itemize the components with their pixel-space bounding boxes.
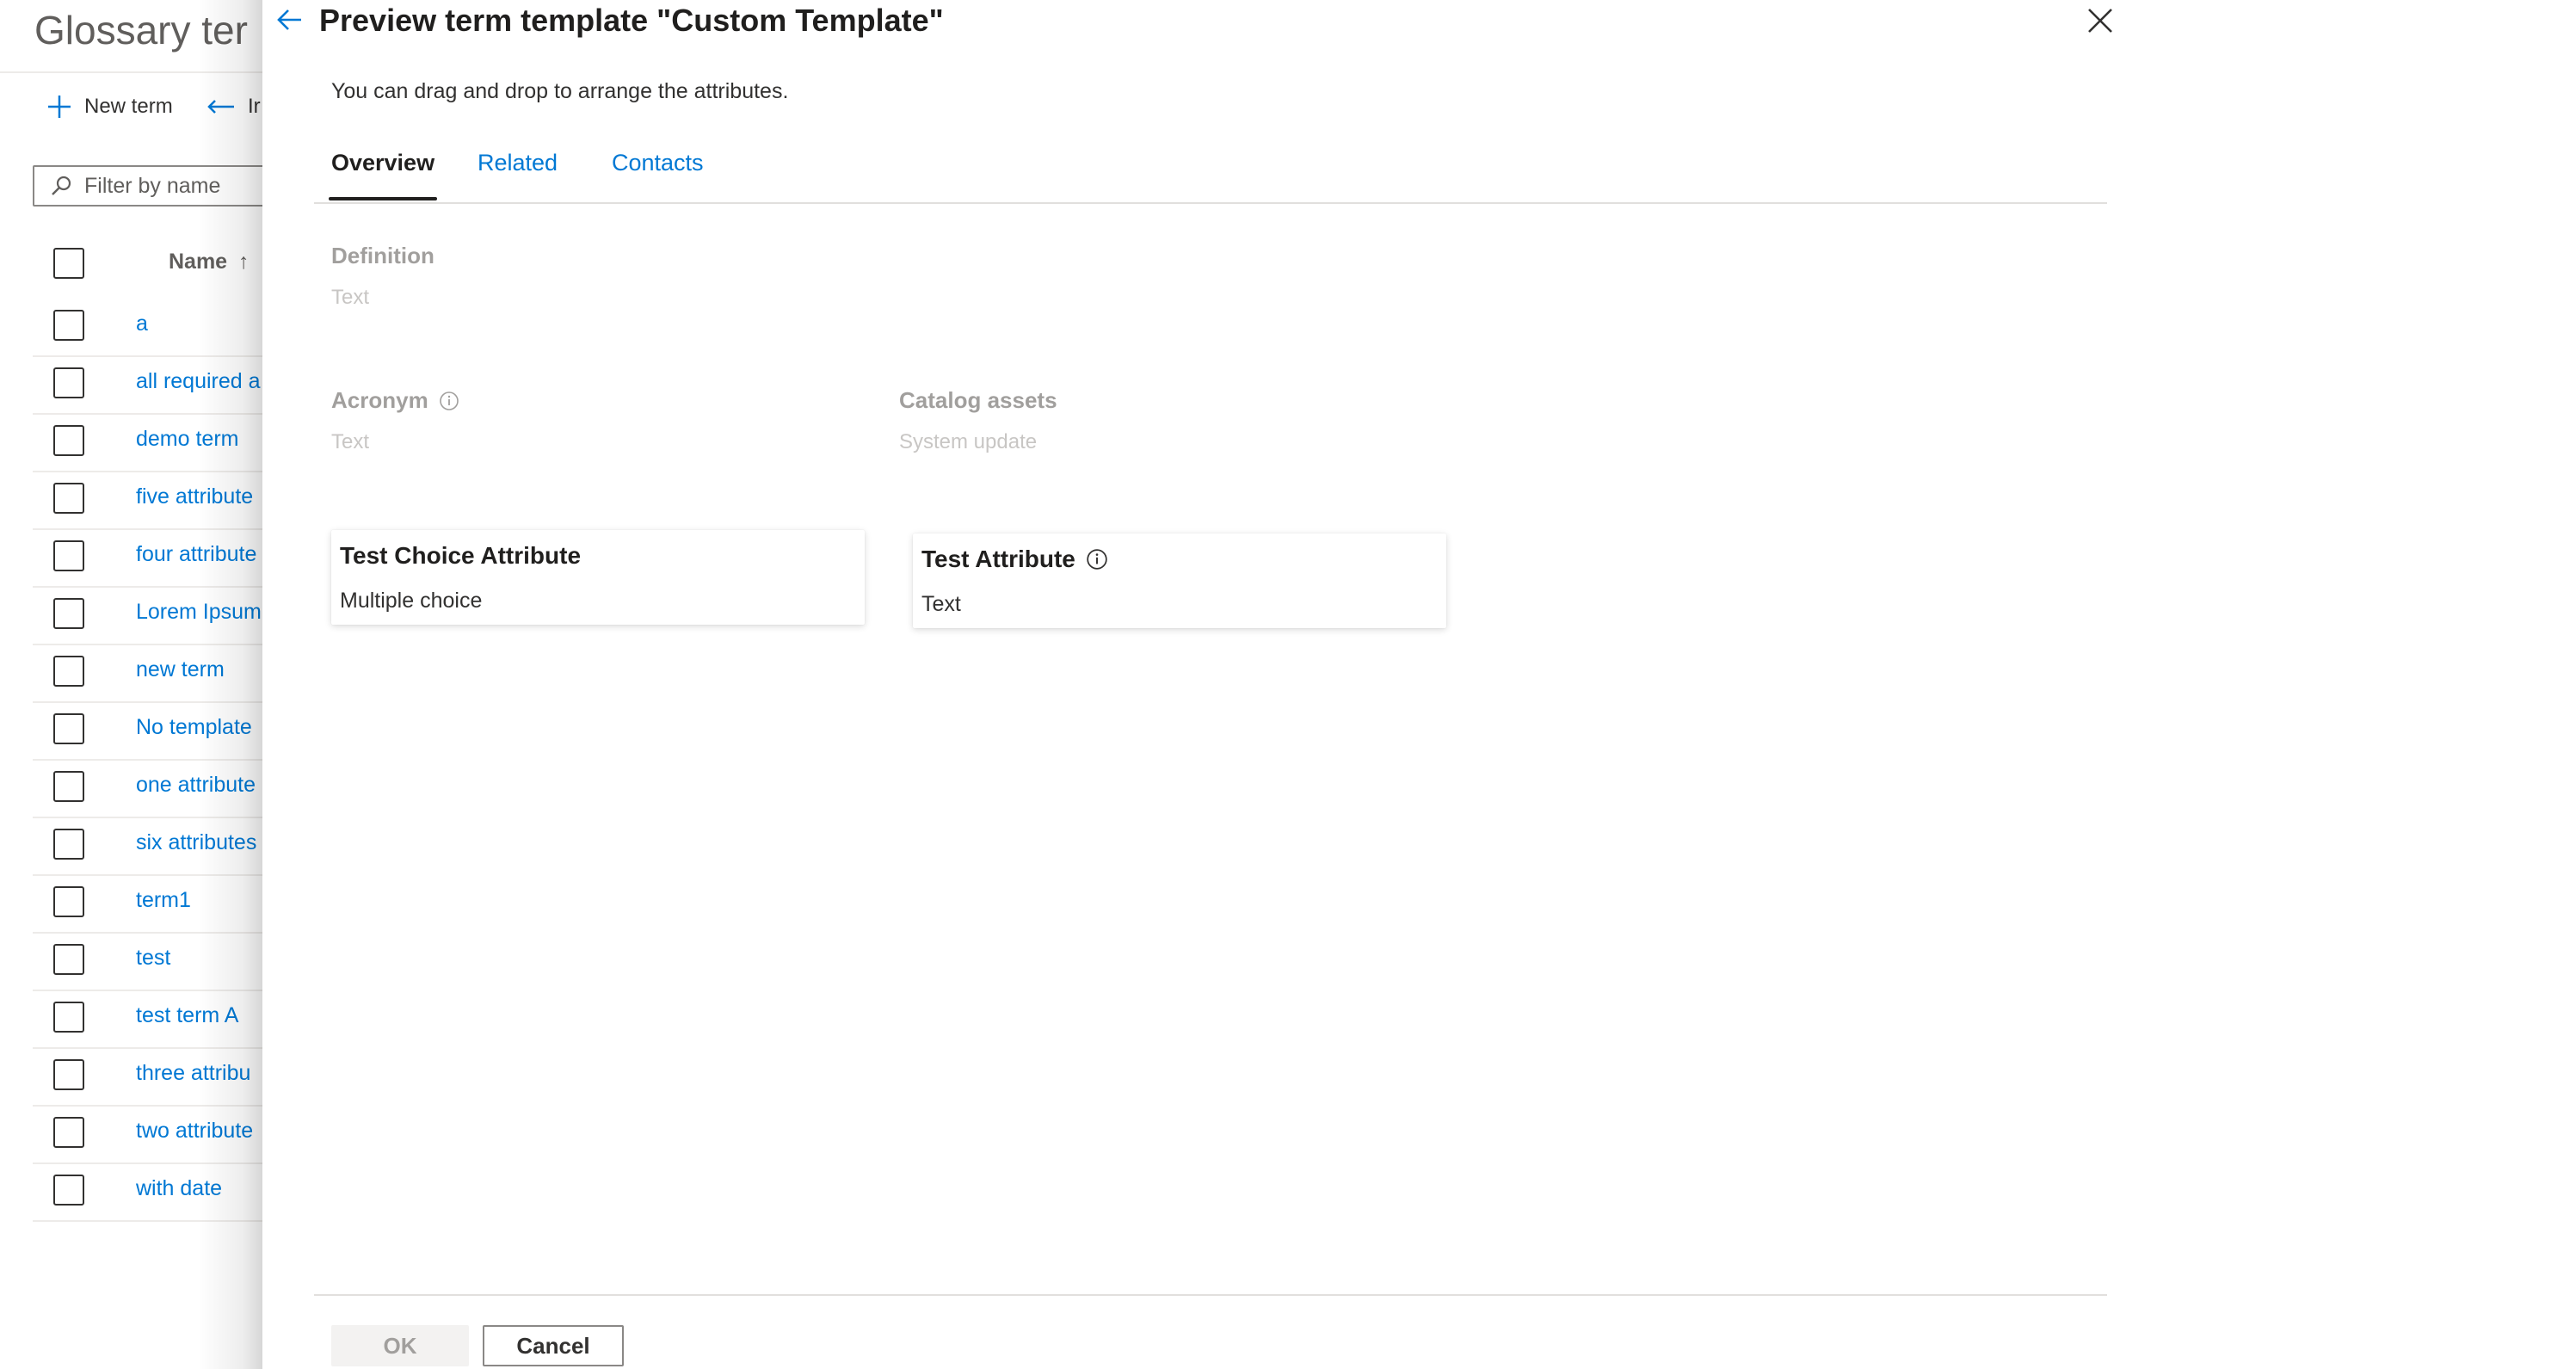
term-link[interactable]: term1 <box>136 888 191 913</box>
row-checkbox[interactable] <box>53 656 84 687</box>
row-checkbox[interactable] <box>53 1059 84 1090</box>
row-checkbox[interactable] <box>53 1002 84 1033</box>
preview-term-template-panel: Preview term template "Custom Template" … <box>262 0 2576 1369</box>
active-tab-indicator <box>329 197 437 200</box>
panel-instructions: You can drag and drop to arrange the att… <box>331 79 789 103</box>
row-checkbox[interactable] <box>53 598 84 629</box>
acronym-type: Text <box>331 430 370 453</box>
row-checkbox[interactable] <box>53 829 84 860</box>
row-checkbox[interactable] <box>53 944 84 975</box>
row-checkbox[interactable] <box>53 1117 84 1148</box>
panel-title: Preview term template "Custom Template" <box>319 3 944 38</box>
cancel-button[interactable]: Cancel <box>483 1325 624 1366</box>
new-term-button[interactable]: New term <box>46 89 173 124</box>
attribute-card-test-attribute[interactable]: Test Attribute Text <box>913 533 1446 628</box>
row-checkbox[interactable] <box>53 367 84 398</box>
catalog-assets-label: Catalog assets <box>899 387 1057 414</box>
row-checkbox[interactable] <box>53 1175 84 1206</box>
footer-divider <box>314 1294 2107 1296</box>
attribute-card-title-text: Test Attribute <box>921 546 1075 572</box>
row-checkbox[interactable] <box>53 886 84 917</box>
info-icon[interactable] <box>439 391 459 411</box>
catalog-assets-label-text: Catalog assets <box>899 387 1057 413</box>
template-tabs: Overview Related Contacts <box>314 138 2107 204</box>
attribute-card-title: Test Attribute <box>921 546 1108 573</box>
attribute-card-type: Text <box>921 592 961 616</box>
definition-label: Definition <box>331 243 434 269</box>
ok-button[interactable]: OK <box>331 1325 469 1366</box>
term-link[interactable]: a <box>136 311 148 336</box>
acronym-label: Acronym <box>331 387 459 414</box>
tab-overview[interactable]: Overview <box>331 150 434 176</box>
term-link[interactable]: test <box>136 946 170 971</box>
tab-related[interactable]: Related <box>478 150 558 176</box>
plus-icon <box>48 96 71 118</box>
row-checkbox[interactable] <box>53 425 84 456</box>
attribute-card-test-choice[interactable]: Test Choice Attribute Multiple choice <box>331 530 865 625</box>
search-icon <box>52 176 71 195</box>
attribute-card-title-text: Test Choice Attribute <box>340 542 582 569</box>
row-checkbox[interactable] <box>53 771 84 802</box>
definition-label-text: Definition <box>331 243 434 268</box>
info-icon[interactable] <box>1086 548 1108 570</box>
attribute-card-type: Multiple choice <box>340 589 483 613</box>
definition-type: Text <box>331 286 370 309</box>
back-arrow-icon[interactable] <box>274 6 304 35</box>
select-all-checkbox[interactable] <box>53 248 84 279</box>
new-term-label: New term <box>84 95 173 118</box>
tab-contacts[interactable]: Contacts <box>612 150 704 176</box>
close-icon <box>2088 9 2112 33</box>
panel-header: Preview term template "Custom Template" <box>274 0 944 41</box>
row-checkbox[interactable] <box>53 310 84 341</box>
attribute-card-title: Test Choice Attribute <box>340 542 581 570</box>
close-button[interactable] <box>2080 0 2121 41</box>
panel-shadow <box>198 0 262 1369</box>
catalog-assets-type: System update <box>899 430 1038 453</box>
row-checkbox[interactable] <box>53 483 84 514</box>
row-checkbox[interactable] <box>53 713 84 744</box>
row-checkbox[interactable] <box>53 540 84 571</box>
acronym-label-text: Acronym <box>331 387 428 413</box>
